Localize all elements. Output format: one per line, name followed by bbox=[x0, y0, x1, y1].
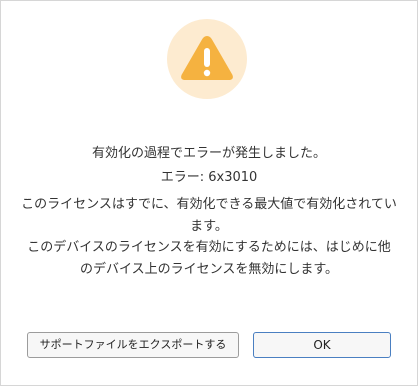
deactivation-instructions: このデバイスのライセンスを有効にするためには、はじめに他のデバイス上のライセンス… bbox=[27, 240, 391, 277]
ok-button[interactable]: OK bbox=[253, 332, 391, 358]
warning-icon-badge bbox=[167, 19, 247, 99]
export-support-file-button[interactable]: サポートファイルをエクスポートする bbox=[27, 332, 239, 358]
error-dialog: 有効化の過程でエラーが発生しました。 エラー: 6x3010 このライセンスはす… bbox=[0, 0, 418, 386]
license-limit-message: このライセンスはすでに、有効化できる最大値で有効化されています。 bbox=[21, 197, 397, 234]
warning-icon bbox=[181, 36, 233, 80]
error-title: 有効化の過程でエラーが発生しました。 bbox=[91, 146, 326, 161]
error-code: エラー: 6x3010 bbox=[160, 170, 258, 185]
